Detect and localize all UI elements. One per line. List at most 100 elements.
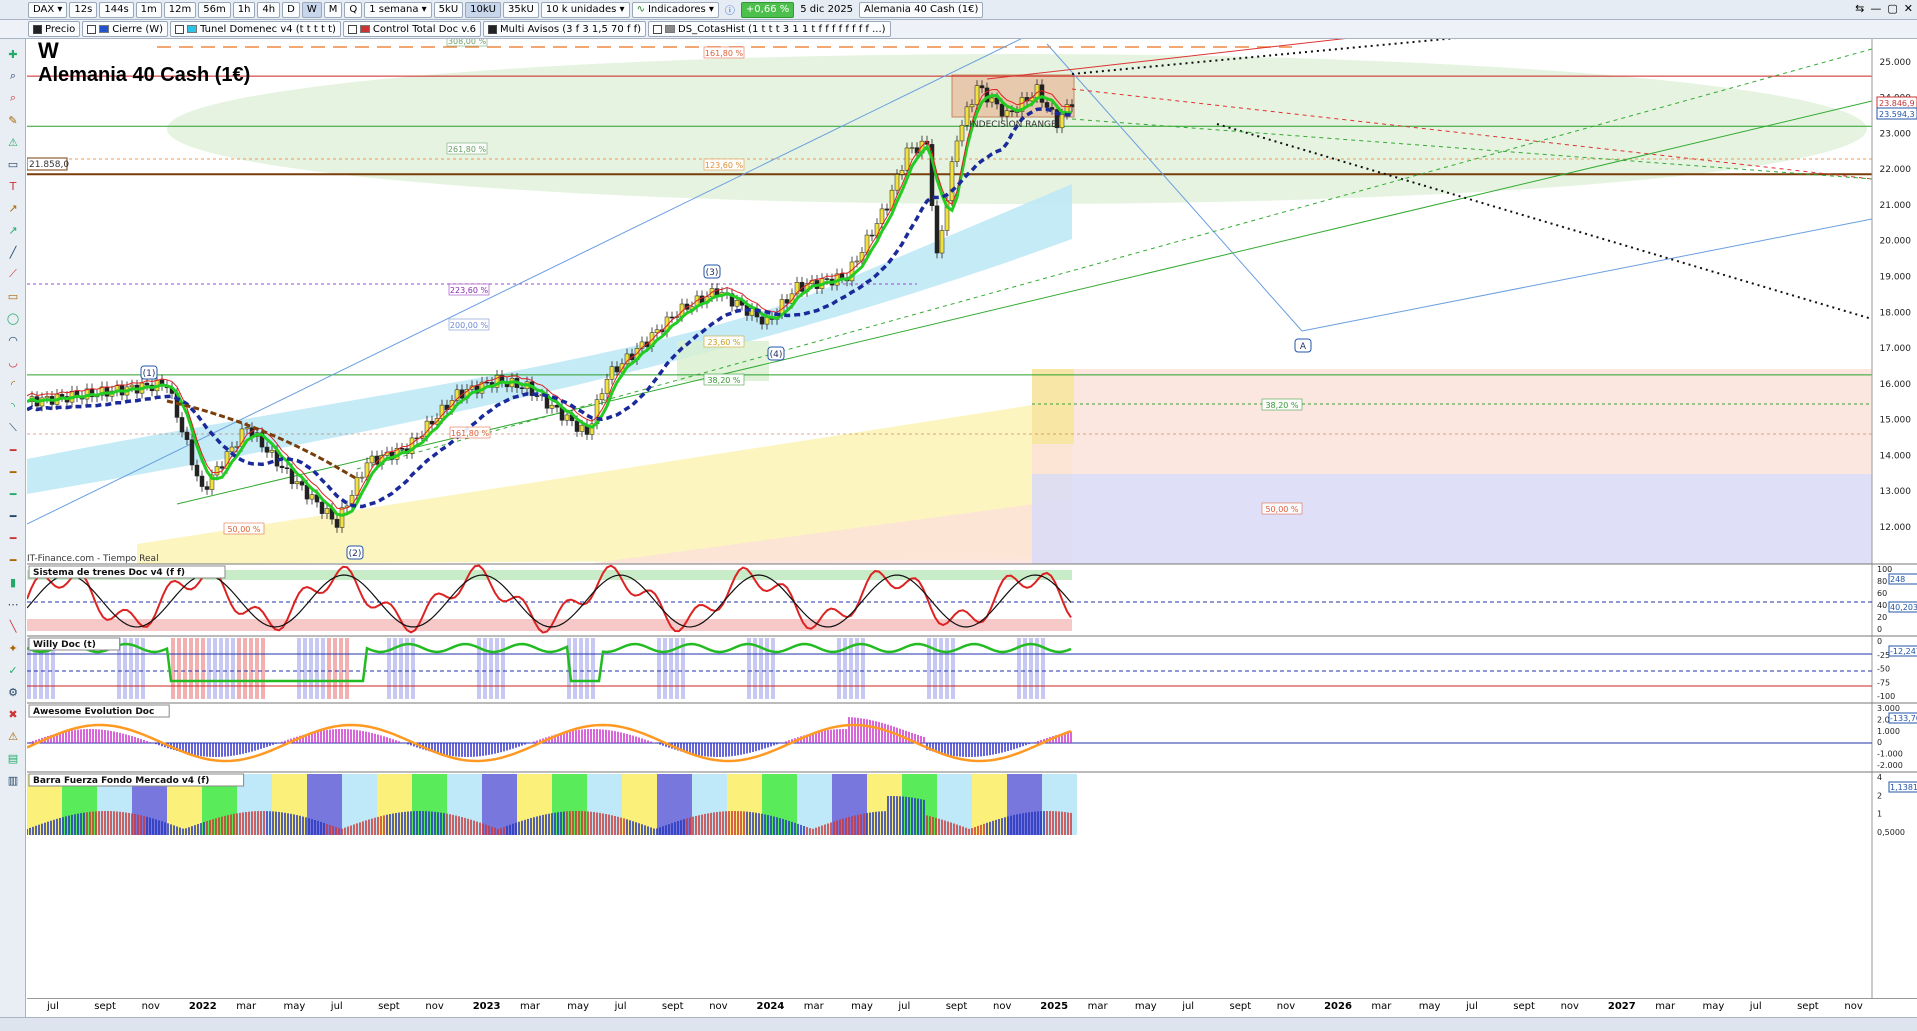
x-axis-label: jul <box>614 1001 627 1012</box>
last-price-tag: 23.846,9 <box>1879 99 1915 108</box>
x-axis-label: mar <box>1655 1001 1676 1012</box>
timeframe-button[interactable]: 12s <box>69 1 98 18</box>
checkbox-icon[interactable] <box>175 24 185 34</box>
candle-body <box>894 174 900 191</box>
drawing-tool-icon[interactable]: ↗ <box>4 199 22 217</box>
drawing-tool-icon[interactable]: ↗ <box>4 221 22 239</box>
indicators-icon: ∿ <box>636 4 645 15</box>
drawing-tool-icon[interactable]: ✎ <box>4 111 22 129</box>
willy-bar <box>573 638 577 699</box>
volume-button[interactable]: 35kU <box>503 1 539 18</box>
timeframe-button[interactable]: 1m <box>135 1 162 18</box>
drawing-tool-icon[interactable]: ━ <box>4 441 22 459</box>
fib-label: 50,00 % <box>1261 502 1303 515</box>
timeframe-button[interactable]: 1h <box>232 1 256 18</box>
swap-icon[interactable]: ⇆ <box>1855 2 1864 15</box>
close-icon[interactable]: ✕ <box>1904 2 1913 15</box>
candle-body <box>564 414 570 421</box>
drawing-tool-icon[interactable]: ✖ <box>4 705 22 723</box>
drawing-tool-icon[interactable]: ⚠ <box>4 133 22 151</box>
symbol-select[interactable]: DAX ▾ <box>28 1 68 18</box>
drawing-tool-icon[interactable]: ✚ <box>4 45 22 63</box>
indicators-button[interactable]: ∿ Indicadores ▾ <box>631 1 719 18</box>
candle-body <box>294 481 300 485</box>
x-axis-label: sept <box>1513 1001 1535 1012</box>
drawing-tool-icon[interactable]: ◜ <box>4 375 22 393</box>
drawing-tool-icon[interactable]: ━ <box>4 463 22 481</box>
candle-body <box>574 420 580 432</box>
timeframe-button[interactable]: 56m <box>198 1 231 18</box>
timeframe-button[interactable]: 144s <box>99 1 134 18</box>
drawing-tool-icon[interactable]: ⚠ <box>4 727 22 745</box>
willy-bar <box>213 638 217 699</box>
drawing-tool-icon[interactable]: ⌕ <box>4 89 22 107</box>
chart-canvas[interactable]: (1)(2)(3)(4)(5)5?A308,00 %161,80 %261,80… <box>26 39 1917 999</box>
candle-body <box>229 446 235 452</box>
drawing-tool-icon[interactable]: ✓ <box>4 661 22 679</box>
drawing-tool-icon[interactable]: ▭ <box>4 155 22 173</box>
willy-bar <box>243 638 247 699</box>
drawing-tool-icon[interactable]: ◝ <box>4 397 22 415</box>
drawing-tool-icon[interactable]: ⟍ <box>4 419 22 437</box>
drawing-tool-icon[interactable]: ━ <box>4 529 22 547</box>
maximize-icon[interactable]: ▢ <box>1887 2 1897 15</box>
timeframe-buttons: 12s 144s 1m 12m 56m 1h 4h D W M Q <box>69 1 363 18</box>
candle-body <box>184 431 190 440</box>
candle-body <box>309 494 315 500</box>
indicator-toggle[interactable]: DS_CotasHist (1 t t t 3 1 1 t f f f f f … <box>648 21 891 37</box>
drawing-tool-icon[interactable]: ╱ <box>4 243 22 261</box>
drawing-tool-icon[interactable]: ⌕ <box>4 67 22 85</box>
candle-body <box>214 466 220 476</box>
drawing-tool-icon[interactable]: ╲ <box>4 617 22 635</box>
timeframe-button[interactable]: M <box>323 1 343 18</box>
indicator-toggle[interactable]: Multi Avisos (3 f 3 1,5 70 f f) <box>482 21 647 37</box>
drawing-tool-icon[interactable]: ⋯ <box>4 595 22 613</box>
drawing-tool-icon[interactable]: ━ <box>4 485 22 503</box>
willy-bar <box>837 638 841 699</box>
drawing-tool-icon[interactable]: ◯ <box>4 309 22 327</box>
drawing-tool-icon[interactable]: ✦ <box>4 639 22 657</box>
drawing-tool-icon[interactable]: ━ <box>4 551 22 569</box>
drawing-tool-icon[interactable]: ⚙ <box>4 683 22 701</box>
indicator-toolbar: Precio Cierre (W) Tunel Domenec v4 (t t t … <box>0 20 1917 39</box>
indicator-panel: Barra Fuerza Fondo Mercado v4 (f) 4 2 1 0,50… <box>26 773 1917 837</box>
minimize-icon[interactable]: — <box>1870 2 1881 15</box>
checkbox-icon[interactable] <box>33 24 42 34</box>
fib-label-text: 223,60 % <box>450 286 489 295</box>
candle-body <box>764 317 770 325</box>
units-select[interactable]: 10 k unidades ▾ <box>540 1 630 18</box>
timeframe-button[interactable]: D <box>282 1 300 18</box>
drawing-tool-icon[interactable]: ⟋ <box>4 265 22 283</box>
drawing-tool-icon[interactable]: ▤ <box>4 749 22 767</box>
timeframe-button[interactable]: W <box>301 1 322 18</box>
drawing-tool-icon[interactable]: ▮ <box>4 573 22 591</box>
fib-label: 38,20 % <box>703 373 745 386</box>
indicator-toggle[interactable]: Precio <box>28 21 81 37</box>
timeframe-button[interactable]: 12m <box>163 1 197 18</box>
checkbox-icon[interactable] <box>87 24 97 34</box>
drawing-tool-icon[interactable]: ◡ <box>4 353 22 371</box>
drawing-tool-icon[interactable]: ━ <box>4 507 22 525</box>
color-swatch <box>99 25 110 33</box>
panel-value-tag: 1,1381 <box>1890 783 1917 792</box>
timeframe-button[interactable]: 4h <box>257 1 281 18</box>
volume-button[interactable]: 10kU <box>465 1 501 18</box>
checkbox-icon[interactable] <box>347 24 357 34</box>
panel-title-text: Willy Doc (t) <box>33 640 96 650</box>
drawing-tool-icon[interactable]: ▭ <box>4 287 22 305</box>
willy-bar <box>657 638 661 699</box>
checkbox-icon[interactable] <box>487 24 497 34</box>
drawing-tool-icon[interactable]: ◠ <box>4 331 22 349</box>
drawing-tool-icon[interactable]: ▥ <box>4 771 22 789</box>
info-icon[interactable]: ⓘ <box>721 2 739 18</box>
indicator-toggle[interactable]: Control Total Doc v.6 <box>342 21 481 37</box>
chart-area[interactable]: (1)(2)(3)(4)(5)5?A308,00 %161,80 %261,80… <box>26 39 1917 999</box>
drawing-tool-icon[interactable]: T <box>4 177 22 195</box>
willy-bar <box>171 638 175 699</box>
checkbox-icon[interactable] <box>653 24 663 34</box>
timeframe-button[interactable]: Q <box>344 1 363 18</box>
indicator-toggle[interactable]: Tunel Domenec v4 (t t t t t) <box>170 21 341 37</box>
volume-button[interactable]: 5kU <box>433 1 464 18</box>
indicator-toggle[interactable]: Cierre (W) <box>82 21 169 37</box>
period-select[interactable]: 1 semana ▾ <box>364 1 432 18</box>
